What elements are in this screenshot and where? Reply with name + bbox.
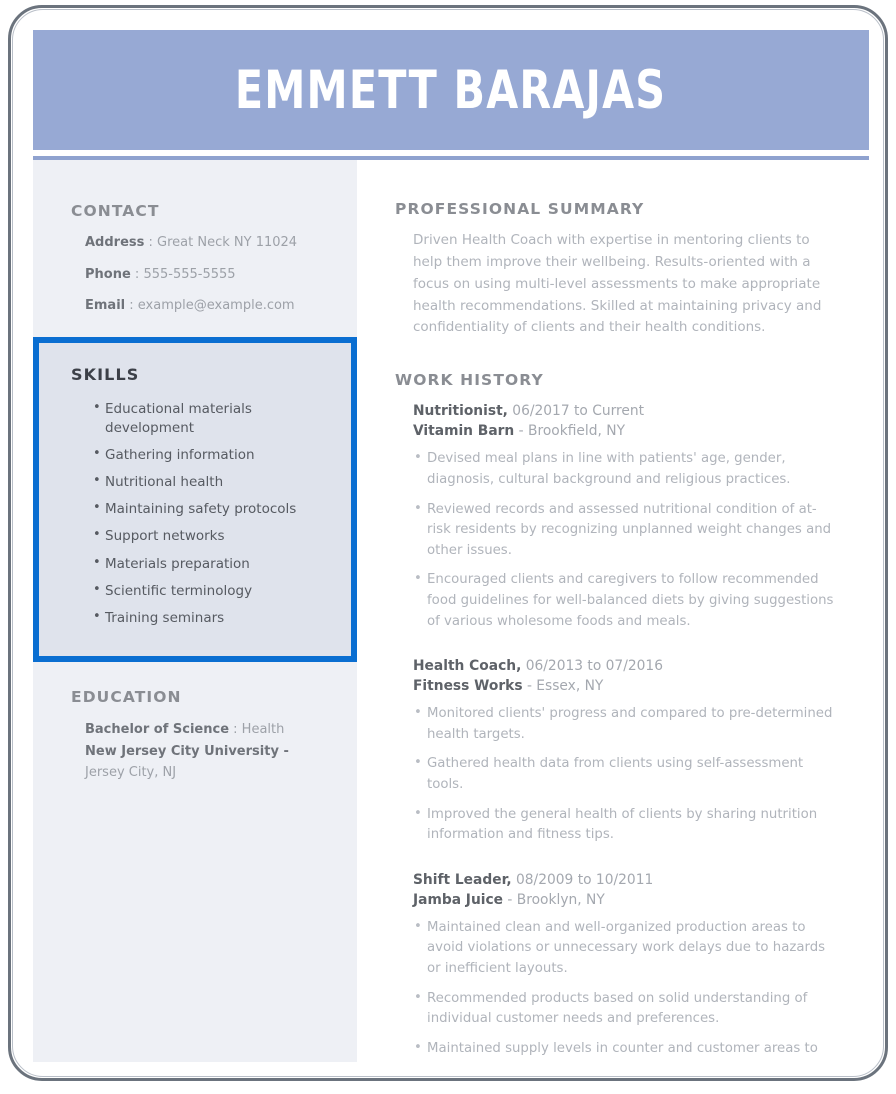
job-title: Health Coach, [413, 658, 522, 675]
professional-summary-text: Driven Health Coach with expertise in me… [413, 232, 822, 336]
list-item: Educational materials development [93, 399, 333, 438]
job-company-line: Jamba Juice - Brooklyn, NY [413, 890, 839, 910]
list-item: Improved the general health of clients b… [413, 804, 839, 846]
contact-address: Address : Great Neck NY 11024 [85, 234, 333, 252]
candidate-name: EMMETT BARAJAS [235, 59, 667, 121]
list-item: Training seminars [93, 608, 333, 628]
skills-heading: SKILLS [71, 364, 140, 384]
education-heading: EDUCATION [71, 688, 182, 707]
education-school-sep: - [278, 743, 289, 759]
main-column: PROFESSIONAL SUMMARY Driven Health Coach… [357, 160, 869, 1062]
job-bullets: Maintained clean and well-organized prod… [413, 917, 839, 1062]
job-bullets: Devised meal plans in line with patients… [413, 448, 839, 632]
list-item: Scientific terminology [93, 581, 333, 601]
professional-summary-section: PROFESSIONAL SUMMARY Driven Health Coach… [395, 200, 839, 339]
job-company-line: Fitness Works - Essex, NY [413, 676, 839, 696]
list-item: Reviewed records and assessed nutritiona… [413, 499, 839, 562]
contact-phone-sep: : [130, 266, 144, 282]
sidebar-column: CONTACT Address : Great Neck NY 11024 Ph… [33, 160, 357, 1062]
job-company-line: Vitamin Barn - Brookfield, NY [413, 421, 839, 441]
contact-section: CONTACT Address : Great Neck NY 11024 Ph… [33, 160, 357, 315]
list-item: Gathering information [93, 445, 333, 465]
resume-document: EMMETT BARAJAS CONTACT Address : Great N… [33, 30, 869, 1062]
education-degree: Bachelor of Science : Health [85, 720, 333, 740]
list-item: Maintaining safety protocols [93, 499, 333, 519]
job-company: Jamba Juice [413, 891, 504, 908]
list-item: Support networks [93, 526, 333, 546]
job-entry: Health Coach, 06/2013 to 07/2016 Fitness… [413, 656, 839, 846]
job-bullets: Monitored clients' progress and compared… [413, 703, 839, 846]
professional-summary-heading: PROFESSIONAL SUMMARY [395, 200, 645, 218]
list-item: Recommended products based on solid unde… [413, 988, 839, 1030]
contact-email: Email : example@example.com [85, 297, 333, 315]
job-company: Fitness Works [413, 678, 523, 695]
resume-header-band: EMMETT BARAJAS [33, 30, 869, 150]
list-item: Gathered health data from clients using … [413, 753, 839, 795]
contact-address-value: Great Neck NY 11024 [157, 235, 298, 250]
resume-body: CONTACT Address : Great Neck NY 11024 Ph… [33, 160, 869, 1062]
contact-address-label: Address [85, 235, 145, 250]
job-location: - Brookfield, NY [514, 423, 626, 440]
list-item: Maintained clean and well-organized prod… [413, 917, 839, 980]
skills-section-selected[interactable]: SKILLS Educational materials development… [33, 336, 357, 663]
list-item: Devised meal plans in line with patients… [413, 448, 839, 490]
education-location: Jersey City, NJ [85, 765, 177, 781]
job-dates: 08/2009 to 10/2011 [511, 871, 654, 888]
education-degree-sep: : [229, 722, 242, 738]
list-item: Nutritional health [93, 472, 333, 492]
education-school-name: New Jersey City University [85, 743, 279, 759]
education-section: EDUCATION Bachelor of Science : Health N… [33, 662, 357, 783]
device-frame: EMMETT BARAJAS CONTACT Address : Great N… [8, 5, 888, 1081]
job-title-line: Health Coach, 06/2013 to 07/2016 [413, 656, 839, 676]
list-item: Maintained supply levels in counter and … [413, 1038, 839, 1062]
job-title-line: Nutritionist, 06/2017 to Current [413, 401, 839, 421]
job-company: Vitamin Barn [413, 423, 515, 440]
job-title-line: Shift Leader, 08/2009 to 10/2011 [413, 870, 839, 890]
contact-email-sep: : [125, 298, 138, 314]
job-title: Shift Leader, [413, 871, 512, 888]
job-title: Nutritionist, [413, 403, 508, 420]
education-degree-field: Health [241, 722, 285, 738]
work-history-heading: WORK HISTORY [395, 371, 544, 390]
skills-list: Educational materials development Gather… [71, 399, 333, 628]
job-dates: 06/2013 to 07/2016 [521, 658, 663, 675]
list-item: Materials preparation [93, 554, 333, 574]
job-location: - Brooklyn, NY [503, 891, 605, 908]
contact-phone-label: Phone [85, 266, 131, 282]
education-degree-label: Bachelor of Science [85, 722, 230, 738]
job-location: - Essex, NY [522, 678, 604, 695]
education-school: New Jersey City University - [85, 742, 333, 762]
contact-heading: CONTACT [71, 202, 160, 220]
list-item: Encouraged clients and caregivers to fol… [413, 569, 839, 632]
list-item: Monitored clients' progress and compared… [413, 703, 839, 745]
contact-email-label: Email [85, 298, 126, 314]
contact-email-value: example@example.com [137, 298, 295, 314]
job-entry: Shift Leader, 08/2009 to 10/2011 Jamba J… [413, 870, 839, 1062]
job-entry: Nutritionist, 06/2017 to Current Vitamin… [413, 401, 839, 632]
contact-address-sep: : [144, 235, 158, 250]
work-history-section: WORK HISTORY Nutritionist, 06/2017 to Cu… [395, 371, 839, 1062]
contact-phone-value: 555-555-5555 [143, 266, 236, 282]
job-dates: 06/2017 to Current [507, 403, 645, 420]
contact-phone: Phone : 555-555-5555 [85, 266, 333, 284]
